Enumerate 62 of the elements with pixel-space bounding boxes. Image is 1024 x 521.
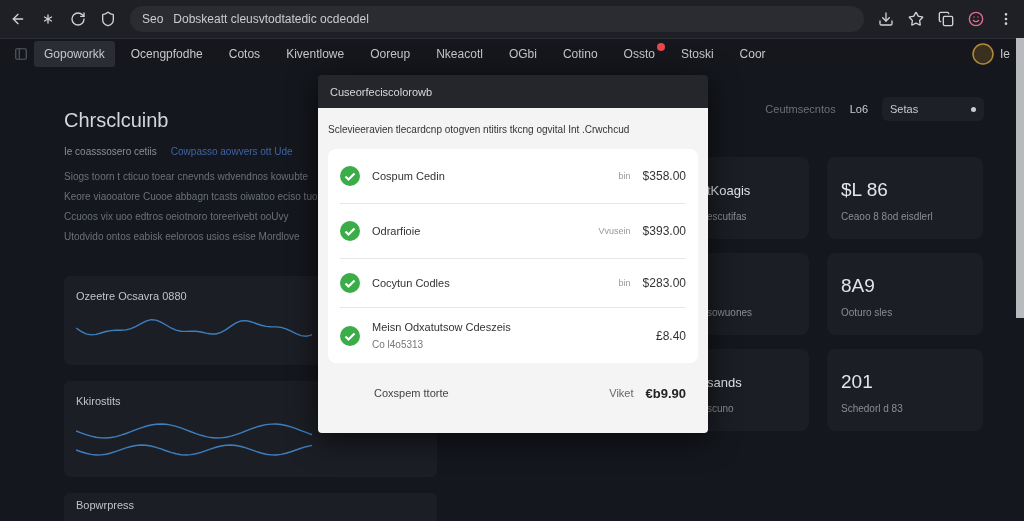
total-note: Viket xyxy=(609,387,634,399)
paragraph-line: Utodvido ontos eabisk eeloroos usios esise Mordlove xyxy=(64,231,300,242)
stat-value: $L 86 xyxy=(841,179,888,201)
nav-tab[interactable]: Nkeacotl xyxy=(426,41,493,67)
star-icon[interactable] xyxy=(908,11,924,27)
dialog-title: Cuseorfeciscolorowb xyxy=(318,75,708,108)
item-price: $393.00 xyxy=(642,224,686,238)
page-title: Chrsclcuinb xyxy=(64,109,169,132)
stat-caption: Ooturo sles xyxy=(841,307,894,318)
subtitle: Ie coasssosero cetiis xyxy=(64,146,157,157)
stat-caption: Schedorl d 83 xyxy=(841,403,904,414)
item-note: bin xyxy=(618,278,631,288)
dialog-description: Sclevieeravien tlecardcnp otogven ntitirs tkcng ogvital Int .Crwchcud xyxy=(328,124,631,135)
item-price: $283.00 xyxy=(642,276,686,290)
stat-value: 201 xyxy=(841,371,873,393)
stat-value: tKoagis xyxy=(707,182,751,198)
item-name: Cocytun Codles xyxy=(372,277,451,289)
stat-caption: sowuones xyxy=(707,307,754,318)
download-icon[interactable] xyxy=(878,11,894,27)
shield-icon[interactable] xyxy=(100,11,116,27)
item-name: Cospum Cedin xyxy=(372,170,446,182)
nav-tab[interactable]: Gopoworkk xyxy=(34,41,115,67)
item-name: Odrarfioie xyxy=(372,225,422,237)
filter-label: Ceutmsecntos xyxy=(765,103,836,115)
nav-tab[interactable]: Stoski xyxy=(670,41,724,67)
chart-title: Ozeetre Ocsavra 0880 xyxy=(76,290,188,302)
filter-value: Lo6 xyxy=(849,103,868,115)
paragraph-line: Siogs toorn t cticuo toear cnevnds wdvendnos kowubte xyxy=(64,171,309,182)
profile-icon[interactable] xyxy=(968,11,984,27)
total-label: Coxspem ttorte xyxy=(374,387,450,399)
item-note: Vvusein xyxy=(598,226,631,236)
chart-title: Kkirostits xyxy=(76,395,122,407)
scrollbar[interactable] xyxy=(1016,38,1024,318)
nav-tab[interactable]: OGbi xyxy=(498,41,547,67)
stat-value: 8A9 xyxy=(841,275,875,297)
avatar-icon[interactable] xyxy=(972,43,994,65)
user-label: Ie xyxy=(1000,47,1010,61)
item-note: bin xyxy=(618,171,631,181)
nav-tab[interactable]: Ossto xyxy=(613,41,665,67)
item-detail: Co l4o5313 xyxy=(372,339,425,350)
nav-tab[interactable]: Ooreup xyxy=(360,41,421,67)
paragraph-line: Ccuoos vix uoo edtros oeiotnoro toreerivebt ooUvy xyxy=(64,211,289,222)
chart-title: Bopwrpress xyxy=(76,499,136,511)
nav-tab[interactable]: Cotino xyxy=(552,41,608,67)
stat-caption: escutifas xyxy=(707,211,748,222)
nav-tab[interactable]: Coor xyxy=(729,41,776,67)
back-icon[interactable] xyxy=(10,11,26,27)
paragraph-line: Keore viaooatore Cuooe abbagn tcasts oiwatoo eciso tuo xyxy=(64,191,318,202)
copy-icon[interactable] xyxy=(938,11,954,27)
stat-value: sands xyxy=(707,374,742,390)
nav-tab[interactable]: Cotos xyxy=(218,41,271,67)
stat-caption: scuno xyxy=(707,403,735,414)
address-field[interactable]: Seo Dobskeatt cleusvtodtatedic ocdeodel xyxy=(130,6,864,32)
item-price: £8.40 xyxy=(655,328,686,343)
stat-caption: Ceaoo 8 8od eisdlerl xyxy=(841,211,934,222)
item-name: Meisn Odxatutsow Cdeszeis xyxy=(372,321,512,333)
status-select[interactable]: Setas xyxy=(882,97,984,121)
nav-tab[interactable]: Kiventlowe xyxy=(276,41,355,67)
nav-tab[interactable]: Ocengpfodhe xyxy=(120,41,213,67)
total-price: €b9.90 xyxy=(645,385,686,401)
item-price: $358.00 xyxy=(642,169,686,183)
refresh-icon[interactable] xyxy=(70,11,86,27)
